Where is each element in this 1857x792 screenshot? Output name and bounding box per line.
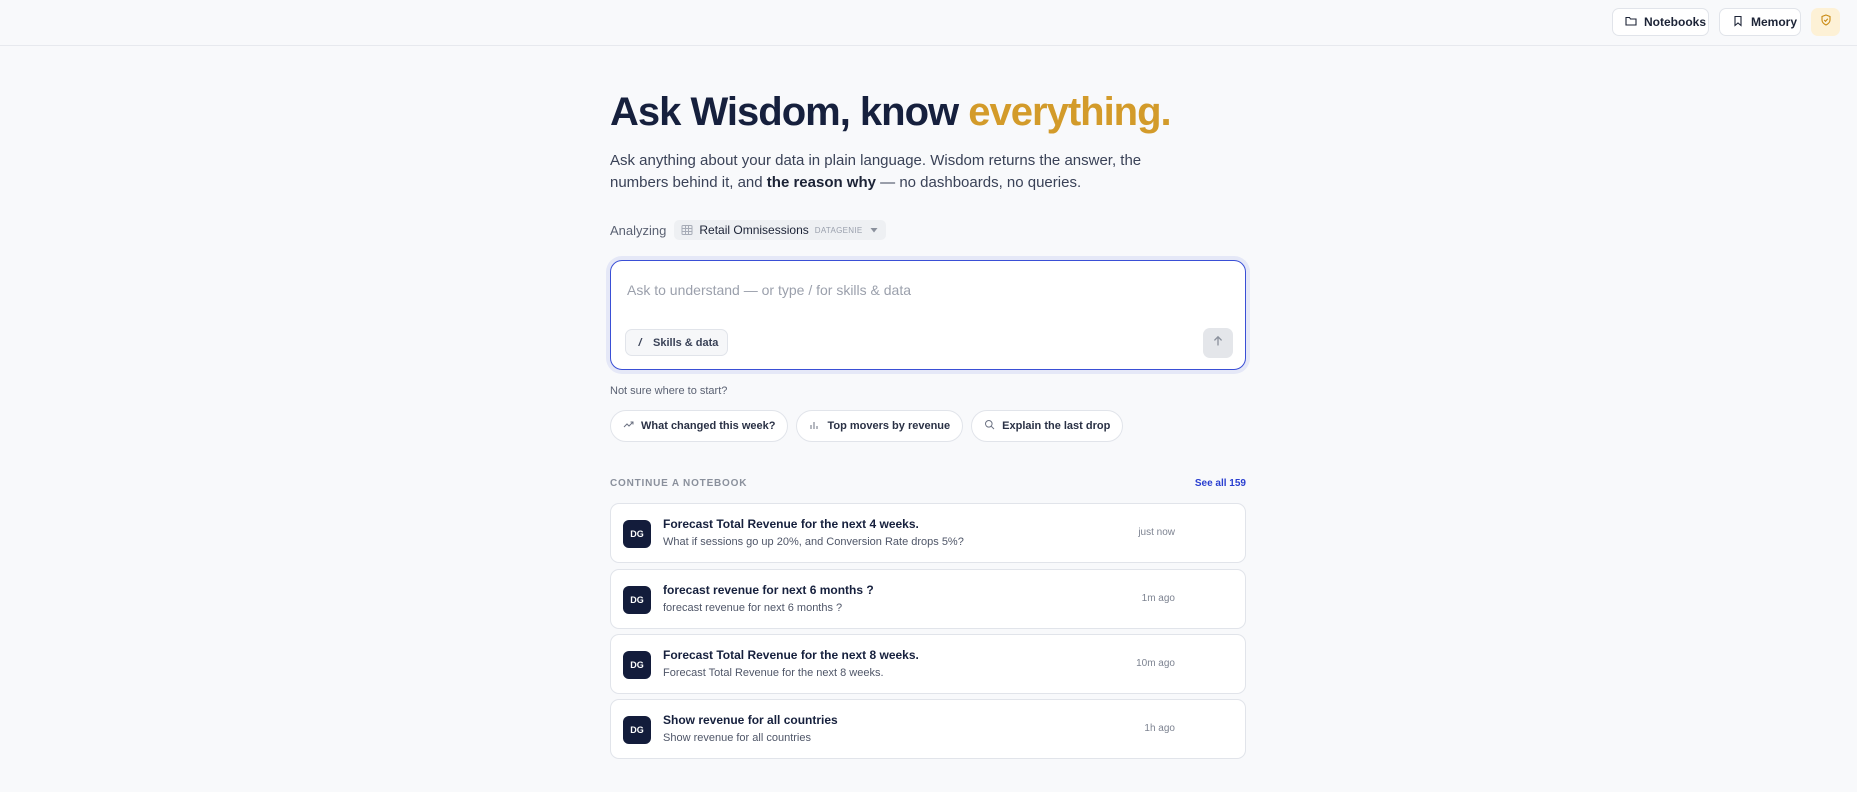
hero-title-main: Ask Wisdom, know bbox=[610, 90, 969, 134]
skills-data-label: Skills & data bbox=[653, 336, 719, 349]
notebook-card[interactable]: DG Show revenue for all countries Show r… bbox=[610, 699, 1246, 759]
hero-title-accent: everything. bbox=[968, 90, 1171, 134]
avatar: DG bbox=[623, 651, 651, 679]
shield-check-icon bbox=[1820, 13, 1832, 31]
ask-input[interactable] bbox=[627, 275, 1187, 305]
notebook-card[interactable]: DG Forecast Total Revenue for the next 4… bbox=[610, 503, 1246, 563]
notebook-card[interactable]: DG Forecast Total Revenue for the next 8… bbox=[610, 634, 1246, 694]
notebook-title: Show revenue for all countries bbox=[663, 713, 838, 727]
suggestion-list: What changed this week? Top movers by re… bbox=[610, 410, 1124, 442]
slash-key: / bbox=[638, 336, 642, 349]
trend-up-icon bbox=[623, 419, 634, 433]
search-icon bbox=[984, 419, 995, 433]
notebooks-label: Notebooks bbox=[1644, 15, 1707, 29]
memory-label: Memory bbox=[1751, 15, 1798, 29]
notebook-subtitle: Forecast Total Revenue for the next 8 we… bbox=[663, 667, 884, 679]
notebook-subtitle: Show revenue for all countries bbox=[663, 732, 811, 744]
ask-box: / Skills & data bbox=[610, 260, 1246, 370]
memory-button[interactable]: Memory bbox=[1719, 8, 1801, 36]
notebook-timestamp: just now bbox=[1138, 527, 1175, 538]
notebook-title: forecast revenue for next 6 months ? bbox=[663, 583, 874, 597]
hero-title: Ask Wisdom, know everything. bbox=[610, 90, 1172, 135]
folder-icon bbox=[1625, 15, 1637, 30]
analyzing-row: Analyzing Retail Omnisessions DATAGENIE bbox=[610, 220, 886, 240]
notebook-card[interactable]: DG forecast revenue for next 6 months ? … bbox=[610, 569, 1246, 629]
hero-subtitle-part2: — no dashboards, no queries. bbox=[875, 174, 1082, 191]
notebook-timestamp: 10m ago bbox=[1136, 658, 1175, 669]
notebook-title: Forecast Total Revenue for the next 8 we… bbox=[663, 648, 919, 662]
top-bar: Notebooks Memory bbox=[0, 0, 1857, 46]
avatar: DG bbox=[623, 520, 651, 548]
suggestion-label: Explain the last drop bbox=[1002, 420, 1111, 432]
dataset-tag: DATAGENIE bbox=[814, 225, 863, 235]
bar-chart-icon bbox=[809, 419, 820, 433]
suggestion-label: Top movers by revenue bbox=[827, 420, 951, 432]
suggestion-label: What changed this week? bbox=[641, 420, 776, 432]
notebook-timestamp: 1m ago bbox=[1141, 593, 1175, 604]
shield-button[interactable] bbox=[1811, 8, 1840, 36]
dataset-name: Retail Omnisessions bbox=[699, 223, 809, 237]
analyzing-label: Analyzing bbox=[610, 222, 667, 238]
arrow-up-icon bbox=[1212, 334, 1224, 352]
notebook-subtitle: What if sessions go up 20%, and Conversi… bbox=[663, 536, 964, 548]
suggestions-label: Not sure where to start? bbox=[610, 385, 728, 397]
see-all-link[interactable]: See all 159 bbox=[1195, 478, 1246, 489]
suggestion-chip[interactable]: What changed this week? bbox=[610, 410, 789, 442]
caret-down-icon bbox=[869, 225, 879, 235]
avatar: DG bbox=[623, 586, 651, 614]
notebook-subtitle: forecast revenue for next 6 months ? bbox=[663, 602, 843, 614]
send-button[interactable] bbox=[1203, 328, 1233, 358]
suggestion-chip[interactable]: Explain the last drop bbox=[971, 410, 1124, 442]
notebook-timestamp: 1h ago bbox=[1144, 723, 1175, 734]
notebook-title: Forecast Total Revenue for the next 4 we… bbox=[663, 517, 919, 531]
dataset-selector[interactable]: Retail Omnisessions DATAGENIE bbox=[674, 220, 886, 240]
table-icon bbox=[681, 224, 693, 236]
avatar: DG bbox=[623, 716, 651, 744]
notebooks-section-label: CONTINUE A NOTEBOOK bbox=[610, 478, 748, 489]
hero-subtitle-bold: the reason why bbox=[766, 174, 876, 191]
notebooks-button[interactable]: Notebooks bbox=[1612, 8, 1709, 36]
suggestion-chip[interactable]: Top movers by revenue bbox=[796, 410, 964, 442]
bookmark-icon bbox=[1732, 15, 1744, 30]
hero-subtitle: Ask anything about your data in plain la… bbox=[610, 150, 1170, 194]
skills-data-button[interactable]: / Skills & data bbox=[625, 329, 729, 356]
